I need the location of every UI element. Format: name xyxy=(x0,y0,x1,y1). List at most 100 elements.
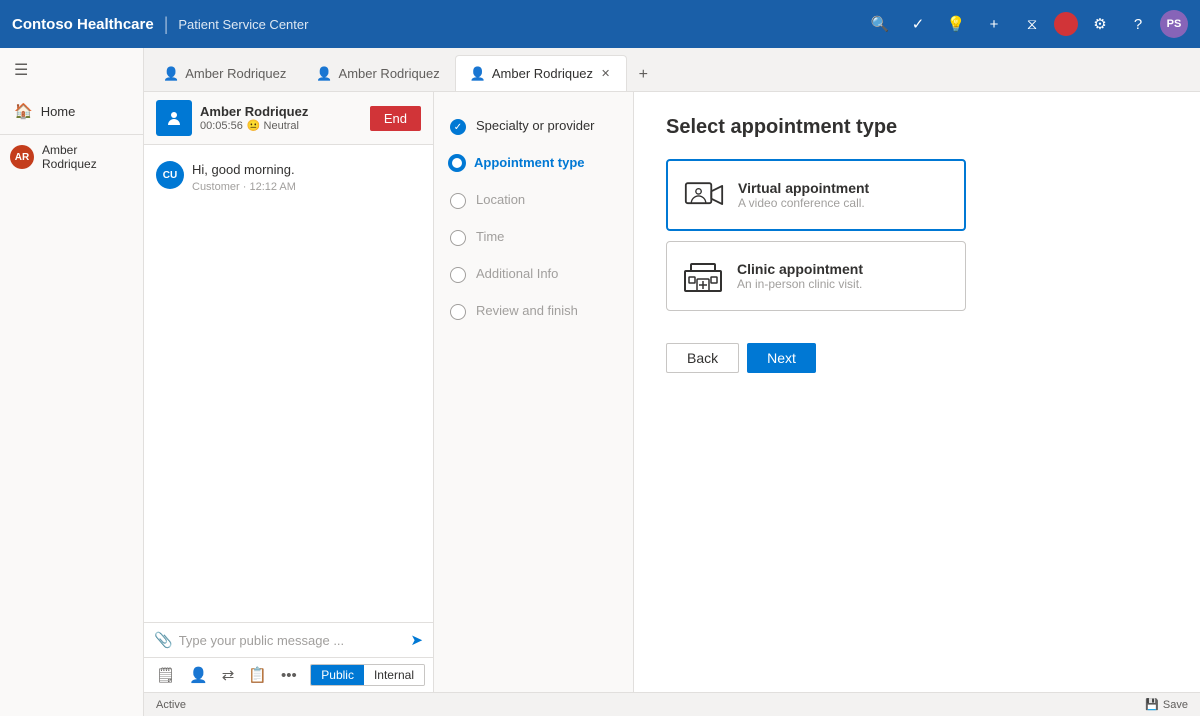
tab-label-1: Amber Rodriquez xyxy=(339,66,440,81)
message-input[interactable] xyxy=(179,633,405,648)
sidebar: ☰ 🏠 Home AR Amber Rodriquez xyxy=(0,48,144,716)
conv-toolbar: 🗒 👤 ⇄ 📋 ••• Public Internal xyxy=(144,657,433,692)
brand-subtitle: Patient Service Center xyxy=(178,17,308,32)
step-label-1: Appointment type xyxy=(474,155,585,172)
home-icon: 🏠 xyxy=(14,102,33,120)
bulb-icon[interactable]: 💡 xyxy=(940,8,972,40)
content-area: 👤 Amber Rodriquez 👤 Amber Rodriquez 👤 Am… xyxy=(144,48,1200,716)
wizard-step-3[interactable]: Time xyxy=(434,219,633,256)
end-call-button[interactable]: End xyxy=(370,106,421,131)
clinic-appointment-title: Clinic appointment xyxy=(737,261,863,277)
transfer-icon[interactable]: ⇄ xyxy=(218,662,239,688)
conv-meta: 00:05:56 😐 Neutral xyxy=(200,119,362,132)
settings-icon[interactable]: ⚙ xyxy=(1084,8,1116,40)
step-label-2: Location xyxy=(476,192,525,209)
step-indicator-3 xyxy=(450,230,466,246)
send-icon[interactable]: ➤ xyxy=(410,631,423,649)
toggle-internal[interactable]: Internal xyxy=(364,665,424,685)
tab-person-icon-0: 👤 xyxy=(163,66,179,82)
next-button[interactable]: Next xyxy=(747,343,816,373)
agent-name: Amber Rodriquez xyxy=(42,143,133,171)
back-button[interactable]: Back xyxy=(666,343,739,373)
virtual-appointment-title: Virtual appointment xyxy=(738,180,869,196)
msg-content-0: Hi, good morning. Customer · 12:12 AM xyxy=(192,161,421,193)
brand-divider: | xyxy=(164,14,169,35)
wizard-step-4[interactable]: Additional Info xyxy=(434,256,633,293)
clinic-appointment-text: Clinic appointment An in-person clinic v… xyxy=(737,261,863,291)
status-bar: Active 💾 Save xyxy=(144,692,1200,716)
clinic-appointment-option[interactable]: Clinic appointment An in-person clinic v… xyxy=(666,241,966,311)
search-icon[interactable]: 🔍 xyxy=(864,8,896,40)
person-add-icon[interactable]: 👤 xyxy=(185,662,212,688)
plus-icon[interactable]: + xyxy=(978,8,1010,40)
sentiment-label: Neutral xyxy=(264,120,299,132)
tab-0[interactable]: 👤 Amber Rodriquez xyxy=(148,55,301,91)
message-0: CU Hi, good morning. Customer · 12:12 AM xyxy=(156,161,421,193)
wizard-step-5[interactable]: Review and finish xyxy=(434,293,633,330)
save-icon: 💾 xyxy=(1145,698,1159,711)
more-icon[interactable]: ••• xyxy=(277,663,301,688)
sidebar-item-home[interactable]: 🏠 Home xyxy=(0,92,143,130)
attachment-icon[interactable]: 📎 xyxy=(154,631,173,649)
conv-messages: CU Hi, good morning. Customer · 12:12 AM xyxy=(144,145,433,622)
three-panel: Amber Rodriquez 00:05:56 😐 Neutral End xyxy=(144,92,1200,692)
filter-icon[interactable]: ⧖ xyxy=(1016,8,1048,40)
virtual-appointment-icon xyxy=(684,175,724,215)
save-button[interactable]: 💾 Save xyxy=(1145,698,1188,711)
msg-avatar-0: CU xyxy=(156,161,184,189)
clipboard-icon[interactable]: 📋 xyxy=(244,662,271,688)
tab-person-icon-2: 👤 xyxy=(470,66,486,82)
step-indicator-5 xyxy=(450,304,466,320)
message-type-toggle: Public Internal xyxy=(310,664,425,686)
virtual-appointment-text: Virtual appointment A video conference c… xyxy=(738,180,869,210)
tab-1[interactable]: 👤 Amber Rodriquez xyxy=(301,55,454,91)
conv-header-avatar xyxy=(156,100,192,136)
tab-bar: 👤 Amber Rodriquez 👤 Amber Rodriquez 👤 Am… xyxy=(144,48,1200,92)
appointment-title: Select appointment type xyxy=(666,116,1168,139)
conv-header: Amber Rodriquez 00:05:56 😐 Neutral End xyxy=(144,92,433,145)
conversation-panel: Amber Rodriquez 00:05:56 😐 Neutral End xyxy=(144,92,434,692)
step-indicator-4 xyxy=(450,267,466,283)
wizard-panel: ✓ Specialty or provider Appointment type… xyxy=(434,92,634,692)
status-label: Active xyxy=(156,699,186,711)
hamburger-menu[interactable]: ☰ xyxy=(0,48,143,92)
agent-list: AR Amber Rodriquez xyxy=(0,134,143,179)
agent-item[interactable]: AR Amber Rodriquez xyxy=(0,135,143,179)
tab-label-0: Amber Rodriquez xyxy=(185,66,286,81)
brand: Contoso Healthcare | Patient Service Cen… xyxy=(12,14,308,35)
nav-icons: 🔍 ✓ 💡 + ⧖ ⚙ ? PS xyxy=(864,8,1188,40)
help-icon[interactable]: ? xyxy=(1122,8,1154,40)
tab-close-2[interactable]: ✕ xyxy=(599,65,612,82)
msg-text-0: Hi, good morning. xyxy=(192,161,421,179)
step-indicator-2 xyxy=(450,193,466,209)
conv-name: Amber Rodriquez xyxy=(200,104,362,119)
step-label-4: Additional Info xyxy=(476,266,558,283)
wizard-step-0[interactable]: ✓ Specialty or provider xyxy=(434,108,633,145)
msg-meta-0: Customer · 12:12 AM xyxy=(192,181,421,193)
conv-input-row: 📎 ➤ xyxy=(154,631,423,649)
tab-person-icon-1: 👤 xyxy=(316,66,332,82)
main-layout: ☰ 🏠 Home AR Amber Rodriquez 👤 Amber Rodr… xyxy=(0,48,1200,716)
conv-header-info: Amber Rodriquez 00:05:56 😐 Neutral xyxy=(200,104,362,132)
tab-label-2: Amber Rodriquez xyxy=(492,66,593,81)
tab-2[interactable]: 👤 Amber Rodriquez ✕ xyxy=(455,55,628,91)
notes-icon[interactable]: 🗒 xyxy=(152,662,179,688)
virtual-appointment-desc: A video conference call. xyxy=(738,196,869,210)
wizard-step-2[interactable]: Location xyxy=(434,182,633,219)
check-icon[interactable]: ✓ xyxy=(902,8,934,40)
user-avatar[interactable]: PS xyxy=(1160,10,1188,38)
step-label-3: Time xyxy=(476,229,504,246)
virtual-appointment-option[interactable]: Virtual appointment A video conference c… xyxy=(666,159,966,231)
neutral-badge: 😐 Neutral xyxy=(247,119,299,132)
notification-badge[interactable] xyxy=(1054,12,1078,36)
wizard-step-1[interactable]: Appointment type xyxy=(434,145,633,182)
save-label: Save xyxy=(1163,699,1188,711)
sentiment-icon: 😐 xyxy=(247,119,261,132)
top-nav: Contoso Healthcare | Patient Service Cen… xyxy=(0,0,1200,48)
step-indicator-0: ✓ xyxy=(450,119,466,135)
tab-add-button[interactable]: + xyxy=(627,59,659,91)
clinic-appointment-desc: An in-person clinic visit. xyxy=(737,277,863,291)
toggle-public[interactable]: Public xyxy=(311,665,364,685)
step-indicator-1 xyxy=(450,156,464,170)
brand-name: Contoso Healthcare xyxy=(12,16,154,33)
